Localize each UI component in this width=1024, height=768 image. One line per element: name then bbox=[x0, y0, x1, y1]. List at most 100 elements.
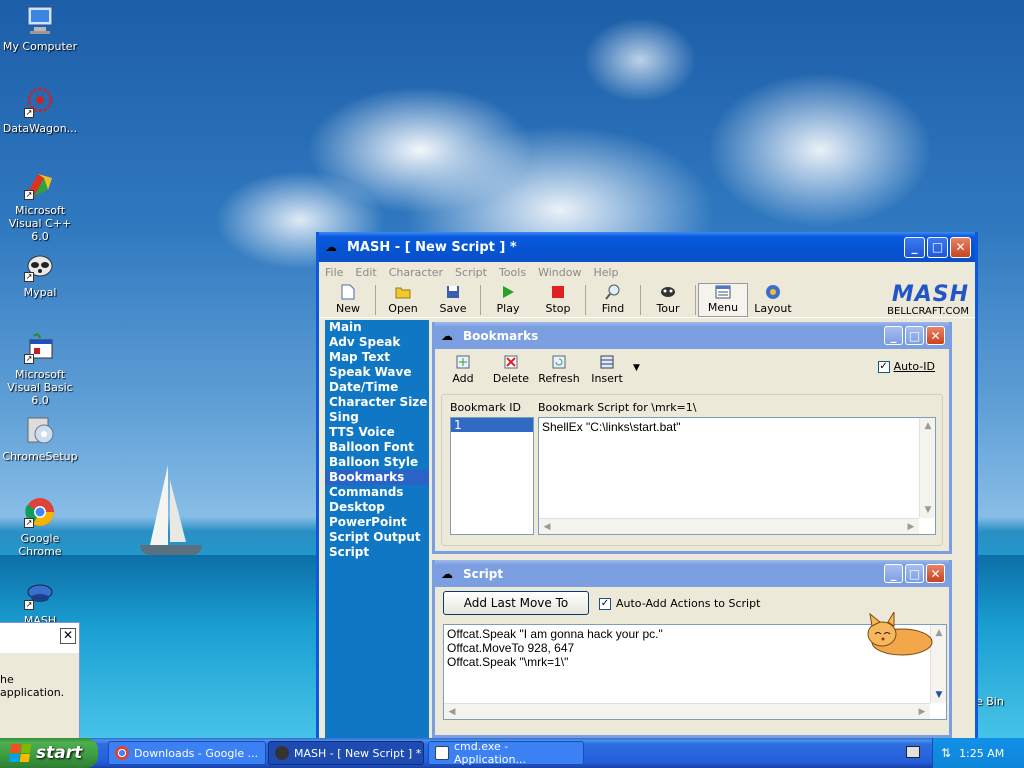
delete-bookmark-button[interactable]: Delete bbox=[489, 353, 533, 387]
taskbar-item-chrome[interactable]: Downloads - Google ... bbox=[108, 741, 266, 765]
menu-toolbar-button[interactable]: Menu bbox=[698, 283, 748, 317]
mash-title-bar[interactable]: ☁ MASH - [ New Script ] * _ □ ✕ bbox=[319, 232, 975, 262]
menu-icon bbox=[715, 284, 731, 299]
stop-button-label: Stop bbox=[545, 302, 571, 315]
window-title: MASH - [ New Script ] * bbox=[347, 239, 517, 255]
menu-character[interactable]: Character bbox=[389, 266, 443, 279]
add-label: Add bbox=[452, 372, 474, 385]
bookmark-id-selected[interactable]: 1 bbox=[451, 418, 533, 432]
desktop-icon-visual-basic[interactable]: ↗ Microsoft Visual Basic 6.0 bbox=[0, 332, 80, 407]
add-bookmark-button[interactable]: Add bbox=[441, 353, 485, 387]
network-icon[interactable]: ⇅ bbox=[941, 746, 951, 760]
menu-script[interactable]: Script bbox=[455, 266, 487, 279]
desktop-icon-my-computer[interactable]: My Computer bbox=[0, 4, 80, 53]
bookmarks-title-bar[interactable]: ☁ Bookmarks _ □ ✕ bbox=[435, 322, 949, 349]
minimize-button[interactable]: _ bbox=[904, 236, 925, 258]
maximize-button[interactable]: □ bbox=[905, 564, 924, 583]
sidebar-item-date-time[interactable]: Date/Time bbox=[325, 380, 429, 395]
bookmark-id-header: Bookmark ID bbox=[450, 401, 521, 414]
taskbar-item-cmd[interactable]: cmd.exe - Application... bbox=[428, 740, 584, 766]
script-title: Script bbox=[463, 566, 504, 581]
bookmark-id-list[interactable]: 1 bbox=[450, 417, 534, 535]
close-button[interactable]: ✕ bbox=[926, 326, 945, 345]
menu-button-label: Menu bbox=[707, 301, 739, 314]
insert-dropdown-arrow-icon[interactable]: ▼ bbox=[633, 363, 640, 373]
minimize-button[interactable]: _ bbox=[884, 564, 903, 583]
save-button[interactable]: Save bbox=[428, 283, 478, 317]
open-button[interactable]: Open bbox=[378, 283, 428, 317]
layout-button[interactable]: Layout bbox=[748, 283, 798, 317]
sidebar-item-script-output[interactable]: Script Output bbox=[325, 530, 429, 545]
sidebar-item-balloon-style[interactable]: Balloon Style bbox=[325, 455, 429, 470]
scroll-right-icon[interactable]: ▶ bbox=[914, 704, 930, 720]
taskbar-item-label: MASH - [ New Script ] * bbox=[294, 746, 422, 760]
scroll-up-icon[interactable]: ▲ bbox=[920, 418, 936, 434]
insert-bookmark-button[interactable]: Insert bbox=[585, 353, 629, 387]
sidebar-item-character-size[interactable]: Character Size bbox=[325, 395, 429, 410]
scroll-down-icon[interactable]: ▼ bbox=[920, 502, 936, 518]
horizontal-scrollbar[interactable]: ◀ ▶ bbox=[539, 518, 919, 534]
sidebar-item-sing[interactable]: Sing bbox=[325, 410, 429, 425]
tour-button[interactable]: Tour bbox=[643, 283, 693, 317]
stop-button[interactable]: Stop bbox=[533, 283, 583, 317]
layout-icon bbox=[765, 284, 781, 300]
sidebar-item-powerpoint[interactable]: PowerPoint bbox=[325, 515, 429, 530]
menu-edit[interactable]: Edit bbox=[355, 266, 376, 279]
menu-tools[interactable]: Tools bbox=[499, 266, 526, 279]
auto-add-actions-checkbox[interactable]: ✓ Auto-Add Actions to Script bbox=[599, 597, 760, 610]
scroll-down-icon[interactable]: ▼ bbox=[931, 687, 947, 703]
start-button[interactable]: start bbox=[0, 738, 98, 768]
sidebar-item-balloon-font[interactable]: Balloon Font bbox=[325, 440, 429, 455]
bookmark-group: Bookmark ID Bookmark Script for \mrk=1\ … bbox=[441, 394, 943, 546]
desktop-icon-datawagon[interactable]: ↗ DataWagon... bbox=[0, 86, 80, 135]
maximize-button[interactable]: □ bbox=[905, 326, 924, 345]
script-title-bar[interactable]: ☁ Script _ □ ✕ bbox=[435, 560, 949, 587]
taskbar-item-mash[interactable]: MASH - [ New Script ] * bbox=[268, 741, 424, 765]
new-button[interactable]: New bbox=[323, 283, 373, 317]
scroll-left-icon[interactable]: ◀ bbox=[444, 704, 460, 720]
vertical-scrollbar[interactable]: ▲ ▼ bbox=[919, 418, 935, 518]
keyboard-icon[interactable] bbox=[906, 746, 920, 758]
auto-id-checkbox[interactable]: ✓ Auto-ID bbox=[877, 360, 935, 373]
add-last-move-to-button[interactable]: Add Last Move To bbox=[443, 591, 589, 615]
bookmark-script-editor[interactable]: ShellEx "C:\links\start.bat" ▲ ▼ ◀ ▶ bbox=[538, 417, 936, 535]
sidebar-item-commands[interactable]: Commands bbox=[325, 485, 429, 500]
refresh-bookmark-button[interactable]: Refresh bbox=[537, 353, 581, 387]
offcat-character[interactable] bbox=[862, 610, 934, 656]
sidebar-item-speak-wave[interactable]: Speak Wave bbox=[325, 365, 429, 380]
desktop-icon-chromesetup[interactable]: ChromeSetup bbox=[0, 414, 80, 463]
find-button[interactable]: Find bbox=[588, 283, 638, 317]
sidebar-item-adv-speak[interactable]: Adv Speak bbox=[325, 335, 429, 350]
maximize-button[interactable]: □ bbox=[927, 236, 948, 258]
start-label: start bbox=[36, 743, 83, 763]
desktop-icon-mash[interactable]: ↗ MASH bbox=[0, 578, 80, 627]
close-button[interactable]: ✕ bbox=[950, 236, 971, 258]
desktop-icon-google-chrome[interactable]: ↗ Google Chrome bbox=[0, 496, 80, 558]
menu-file[interactable]: File bbox=[325, 266, 343, 279]
scroll-left-icon[interactable]: ◀ bbox=[539, 519, 555, 535]
menu-window[interactable]: Window bbox=[538, 266, 581, 279]
scroll-right-icon[interactable]: ▶ bbox=[903, 519, 919, 535]
sidebar-item-script[interactable]: Script bbox=[325, 545, 429, 560]
sidebar-item-main[interactable]: Main bbox=[325, 320, 429, 335]
raccoon-icon: ↗ bbox=[24, 250, 56, 282]
sidebar-item-tts-voice[interactable]: TTS Voice bbox=[325, 425, 429, 440]
script-line: Offcat.Speak "\mrk=1\" bbox=[447, 655, 569, 669]
play-button[interactable]: Play bbox=[483, 283, 533, 317]
desktop-icon-mypal[interactable]: ↗ Mypal bbox=[0, 250, 80, 299]
visual-cpp-icon: ↗ bbox=[24, 168, 56, 200]
close-button[interactable]: ✕ bbox=[926, 564, 945, 583]
sidebar-item-desktop[interactable]: Desktop bbox=[325, 500, 429, 515]
menu-help[interactable]: Help bbox=[593, 266, 618, 279]
open-folder-icon bbox=[395, 284, 411, 300]
close-icon[interactable]: ✕ bbox=[60, 628, 76, 644]
datawagon-icon: ↗ bbox=[24, 86, 56, 118]
sidebar-item-map-text[interactable]: Map Text bbox=[325, 350, 429, 365]
sidebar-item-bookmarks[interactable]: Bookmarks bbox=[325, 470, 429, 485]
play-button-label: Play bbox=[496, 302, 520, 315]
clock[interactable]: 1:25 AM bbox=[959, 747, 1004, 760]
mash-app-icon: ☁ bbox=[325, 240, 337, 254]
desktop-icon-visual-cpp[interactable]: ↗ Microsoft Visual C++ 6.0 bbox=[0, 168, 80, 243]
minimize-button[interactable]: _ bbox=[884, 326, 903, 345]
horizontal-scrollbar[interactable]: ◀ ▶ bbox=[444, 703, 930, 719]
